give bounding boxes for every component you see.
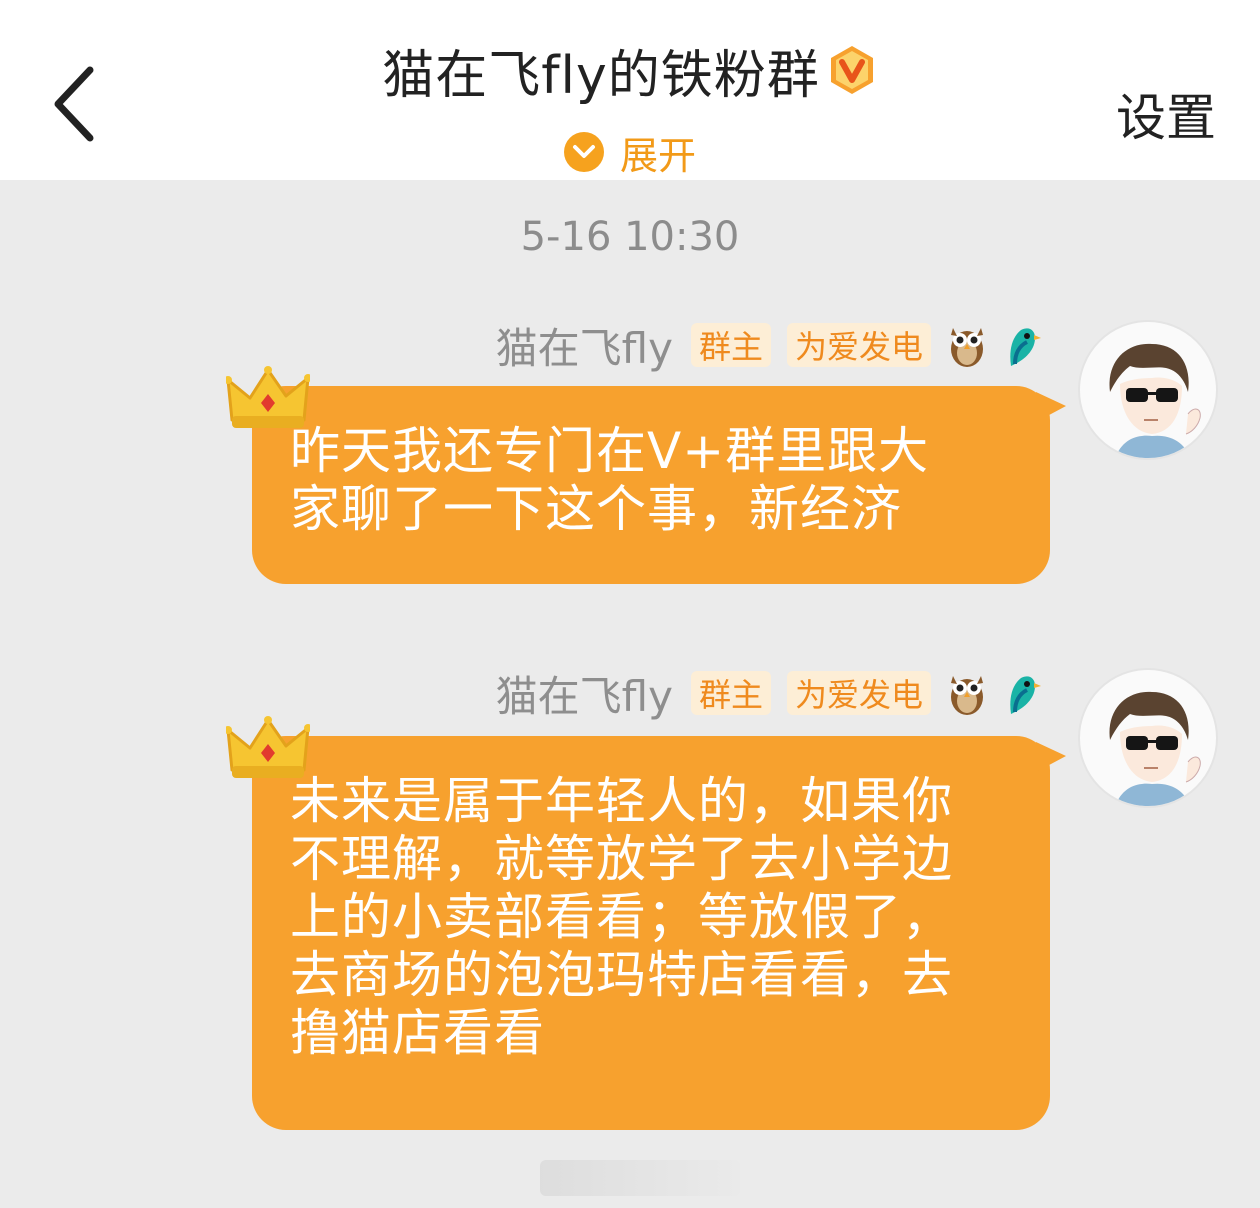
bird-medal-icon xyxy=(1010,328,1041,366)
owl-medal-icon xyxy=(951,676,983,715)
message-line: 昨天我还专门在V+群里跟大 xyxy=(290,422,930,480)
sender-name[interactable]: 猫在飞fly xyxy=(496,315,673,376)
bubble-tail xyxy=(1036,742,1066,772)
sender-avatar[interactable] xyxy=(1078,668,1218,808)
message-bubble[interactable]: 未来是属于年轻人的，如果你 不理解，就等放学了去小学边 上的小卖部看看；等放假了… xyxy=(252,736,1050,1130)
bird-medal-icon xyxy=(1010,676,1041,714)
group-title: 猫在飞fly的铁粉群 xyxy=(382,45,820,106)
message-bubble[interactable]: 昨天我还专门在V+群里跟大 家聊了一下这个事，新经济 xyxy=(252,386,1050,584)
message-line: 上的小卖部看看；等放假了， xyxy=(290,888,953,946)
fan-tag: 为爱发电 xyxy=(786,671,931,715)
expand-label: 展开 xyxy=(619,133,696,178)
top-bar: 猫在飞fly的铁粉群 展开 设置 xyxy=(0,0,1260,180)
bubble-tail xyxy=(1036,392,1066,422)
message-line: 去商场的泡泡玛特店看看，去 xyxy=(290,946,953,1004)
expand-button[interactable]: 展开 xyxy=(0,124,1260,180)
message-line: 未来是属于年轻人的，如果你 xyxy=(290,772,953,830)
sender-avatar[interactable] xyxy=(1078,320,1218,460)
message-line: 不理解，就等放学了去小学边 xyxy=(290,830,953,888)
sender-meta: 猫在飞fly 群主 为爱发电 xyxy=(496,668,1055,721)
sender-name[interactable]: 猫在飞fly xyxy=(496,663,673,724)
owl-medal-icon xyxy=(951,328,983,367)
group-title-row: 猫在飞fly的铁粉群 xyxy=(0,30,1260,110)
message-timestamp: 5-16 10:30 xyxy=(520,214,740,260)
crown-icon xyxy=(226,366,310,428)
owner-tag: 群主 xyxy=(690,323,771,367)
chevron-down-icon xyxy=(563,132,604,172)
owner-tag: 群主 xyxy=(690,671,771,715)
fan-tag: 为爱发电 xyxy=(786,323,931,367)
settings-button[interactable]: 设置 xyxy=(1116,78,1216,150)
crown-icon xyxy=(226,716,310,778)
verified-v-icon xyxy=(830,46,873,94)
sender-meta: 猫在飞fly 群主 为爱发电 xyxy=(496,320,1055,373)
message-line: 撸猫店看看 xyxy=(290,1004,545,1062)
message-line: 家聊了一下这个事，新经济 xyxy=(290,480,902,538)
watermark-strip xyxy=(540,1160,740,1196)
